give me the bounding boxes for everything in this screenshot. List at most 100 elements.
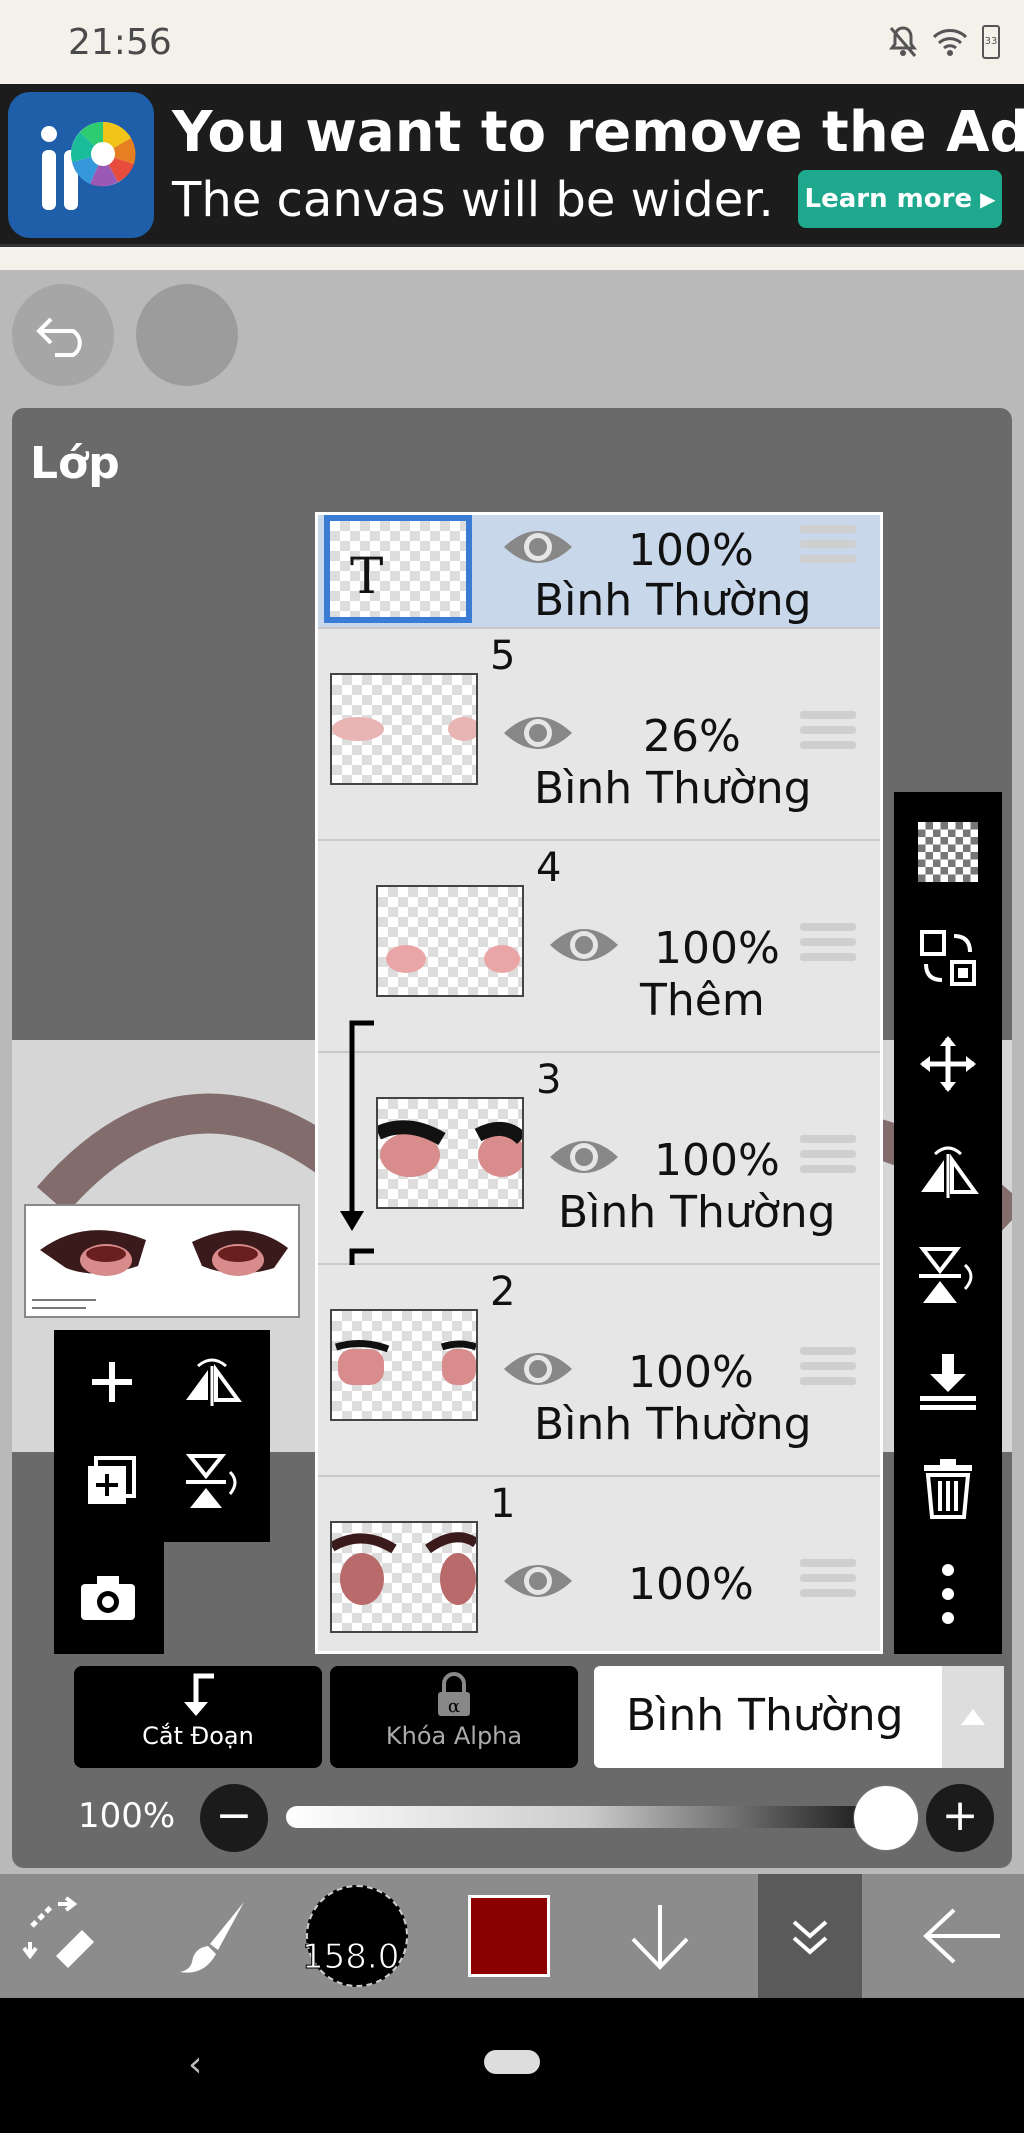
trash-icon: [924, 1459, 972, 1519]
flip-horizontal-button[interactable]: [180, 1350, 244, 1414]
merge-down-button[interactable]: [916, 1350, 980, 1414]
layer-thumbnail: T: [324, 515, 472, 623]
move-button[interactable]: [916, 1032, 980, 1096]
flip-horizontal-layer-button[interactable]: [916, 1138, 980, 1202]
swap-layer-button[interactable]: [916, 926, 980, 990]
ad-title: You want to remove the Ad?: [172, 100, 1024, 165]
alpha-lock-label: Khóa Alpha: [385, 1722, 523, 1750]
opacity-slider-knob[interactable]: [854, 1786, 918, 1850]
notifications-off-icon: [889, 26, 917, 57]
undo-button[interactable]: [12, 284, 114, 386]
move-icon: [920, 1036, 976, 1092]
blend-mode-value: Bình Thường: [626, 1690, 904, 1741]
flip-vertical-icon: [918, 1247, 973, 1303]
arrow-left-icon: [923, 1908, 1000, 1964]
camera-button[interactable]: [76, 1566, 140, 1630]
redo-button[interactable]: [136, 284, 238, 386]
layer-opacity: 100%: [628, 525, 754, 576]
double-chevron-down-icon: [792, 1920, 828, 1955]
checker-icon: [918, 822, 978, 882]
drag-handle-icon[interactable]: [800, 1559, 856, 1607]
eye-icon[interactable]: [502, 1559, 574, 1603]
layer-item-3[interactable]: 3 100% Bình Thường: [318, 1053, 880, 1265]
blend-mode-select[interactable]: Bình Thường: [594, 1666, 1004, 1768]
learn-more-label: Learn more: [804, 184, 973, 214]
brush-icon: [180, 1902, 244, 1973]
arrow-down-icon: [631, 1905, 689, 1970]
layer-blend-mode: Bình Thường: [534, 575, 812, 626]
clip-arrow-icon: [184, 1673, 214, 1716]
eye-icon[interactable]: [502, 525, 574, 569]
color-swatch-button[interactable]: [464, 1874, 554, 1998]
drag-handle-icon[interactable]: [800, 1347, 856, 1395]
layer-number: 2: [490, 1269, 516, 1315]
ad-banner[interactable]: You want to remove the Ad? The canvas wi…: [0, 84, 1024, 244]
bottom-toolbar: 158.0: [0, 1874, 1024, 1998]
layer-item-5[interactable]: 5 26% Bình Thường: [318, 629, 880, 841]
layer-tools-left: [54, 1330, 270, 1542]
back-button[interactable]: [900, 1874, 1024, 1998]
layer-blend-mode: Thêm: [640, 975, 765, 1026]
plus-icon: [92, 1362, 132, 1402]
reference-image[interactable]: [24, 1204, 300, 1318]
nav-home-pill[interactable]: [484, 2050, 540, 2074]
layer-down-button[interactable]: [600, 1874, 720, 1998]
layer-panel-toggle-button[interactable]: [758, 1874, 862, 1998]
tool-select-button[interactable]: [0, 1874, 124, 1998]
brush-size-button[interactable]: 158.0: [301, 1874, 412, 1998]
layer-number: 4: [536, 845, 562, 891]
transform-eraser-icon: [22, 1896, 94, 1968]
duplicate-layer-button[interactable]: [80, 1450, 144, 1514]
layer-item-4[interactable]: 4 100% Thêm: [318, 841, 880, 1053]
layers-list[interactable]: T 100% Bình Thường 5 26% Bình Thường 4 1…: [315, 512, 883, 1654]
layer-number: 1: [490, 1481, 516, 1527]
flip-horizontal-icon: [186, 1358, 242, 1406]
more-vertical-icon: [942, 1564, 954, 1624]
layer-thumbnail: [375, 1097, 527, 1209]
layer-tools-right: [894, 792, 1002, 1654]
drag-handle-icon[interactable]: [800, 711, 856, 759]
drag-handle-icon[interactable]: [800, 525, 856, 573]
eye-icon[interactable]: [548, 1135, 620, 1179]
eye-icon[interactable]: [502, 711, 574, 755]
more-options-button[interactable]: [916, 1562, 980, 1626]
layer-item-text[interactable]: T 100% Bình Thường: [318, 515, 880, 629]
layer-thumbnail: [330, 1309, 478, 1421]
drag-handle-icon[interactable]: [800, 1135, 856, 1183]
clock: 21:56: [68, 22, 172, 63]
wifi-icon: [932, 29, 968, 56]
brush-tool-button[interactable]: [152, 1874, 276, 1998]
nav-back-icon[interactable]: ‹: [188, 2044, 202, 2085]
status-bar: 21:56 33: [0, 0, 1024, 84]
opacity-row: 100% − +: [74, 1782, 1004, 1854]
layer-item-1[interactable]: 1 100%: [318, 1477, 880, 1651]
add-layer-button[interactable]: [80, 1350, 144, 1414]
camera-icon: [81, 1576, 135, 1620]
eye-icon[interactable]: [502, 1347, 574, 1391]
battery-icon: 33: [982, 25, 1000, 59]
flip-vertical-layer-button[interactable]: [916, 1244, 980, 1308]
opacity-slider[interactable]: [286, 1786, 918, 1850]
delete-layer-button[interactable]: [916, 1456, 980, 1520]
current-color-swatch: [468, 1895, 550, 1977]
learn-more-button[interactable]: Learn more ▶: [798, 170, 1002, 228]
layer-opacity: 100%: [628, 1559, 754, 1610]
transparent-fill-button[interactable]: [916, 820, 980, 884]
system-nav-bar: ‹: [0, 1998, 1024, 2133]
eye-icon[interactable]: [548, 923, 620, 967]
opacity-increase-button[interactable]: +: [926, 1784, 994, 1852]
svg-text:α: α: [448, 1696, 460, 1717]
layer-number: 5: [490, 633, 516, 679]
alpha-lock-button[interactable]: α Khóa Alpha: [330, 1666, 578, 1768]
layer-item-2[interactable]: 2 100% Bình Thường: [318, 1265, 880, 1477]
layer-tools-left-bottom: [54, 1542, 164, 1654]
layer-opacity: 100%: [628, 1347, 754, 1398]
clipping-button[interactable]: Cắt Đoạn: [74, 1666, 322, 1768]
flip-vertical-button[interactable]: [180, 1450, 244, 1514]
opacity-decrease-button[interactable]: −: [200, 1784, 268, 1852]
ad-subtitle: The canvas will be wider.: [172, 172, 774, 228]
layer-blend-mode: Bình Thường: [534, 1399, 812, 1450]
drag-handle-icon[interactable]: [800, 923, 856, 971]
chevron-up-icon: [942, 1666, 1004, 1768]
undo-icon: [36, 317, 82, 357]
